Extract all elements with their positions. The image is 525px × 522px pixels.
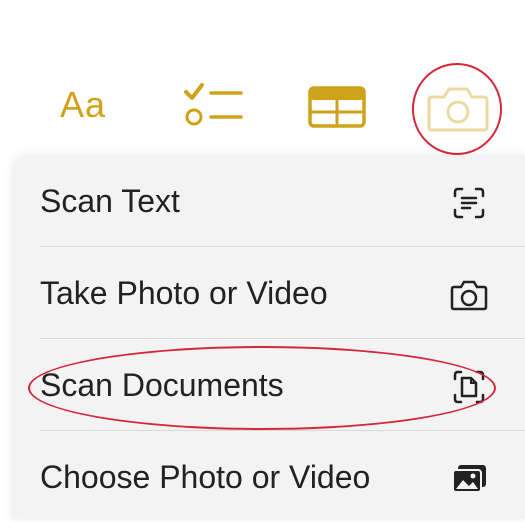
scan-text-icon [453, 187, 485, 219]
checklist-icon[interactable] [183, 80, 245, 130]
menu-item-take-photo[interactable]: Take Photo or Video [12, 247, 525, 338]
camera-menu: Scan Text Take Photo or Video Scan Docum… [12, 155, 525, 519]
text-format-button[interactable]: Aa [60, 84, 106, 126]
menu-item-scan-text[interactable]: Scan Text [12, 155, 525, 246]
camera-icon [450, 280, 488, 311]
camera-highlight-circle [412, 63, 502, 155]
photo-library-icon [452, 465, 486, 493]
menu-item-label: Scan Text [40, 183, 180, 219]
menu-item-choose-photo[interactable]: Choose Photo or Video [12, 431, 525, 522]
scan-documents-highlight-oval [28, 346, 496, 430]
notes-toolbar: Aa [0, 0, 525, 155]
menu-item-label: Choose Photo or Video [40, 459, 371, 495]
menu-item-label: Take Photo or Video [40, 275, 328, 311]
table-icon[interactable] [308, 86, 366, 128]
